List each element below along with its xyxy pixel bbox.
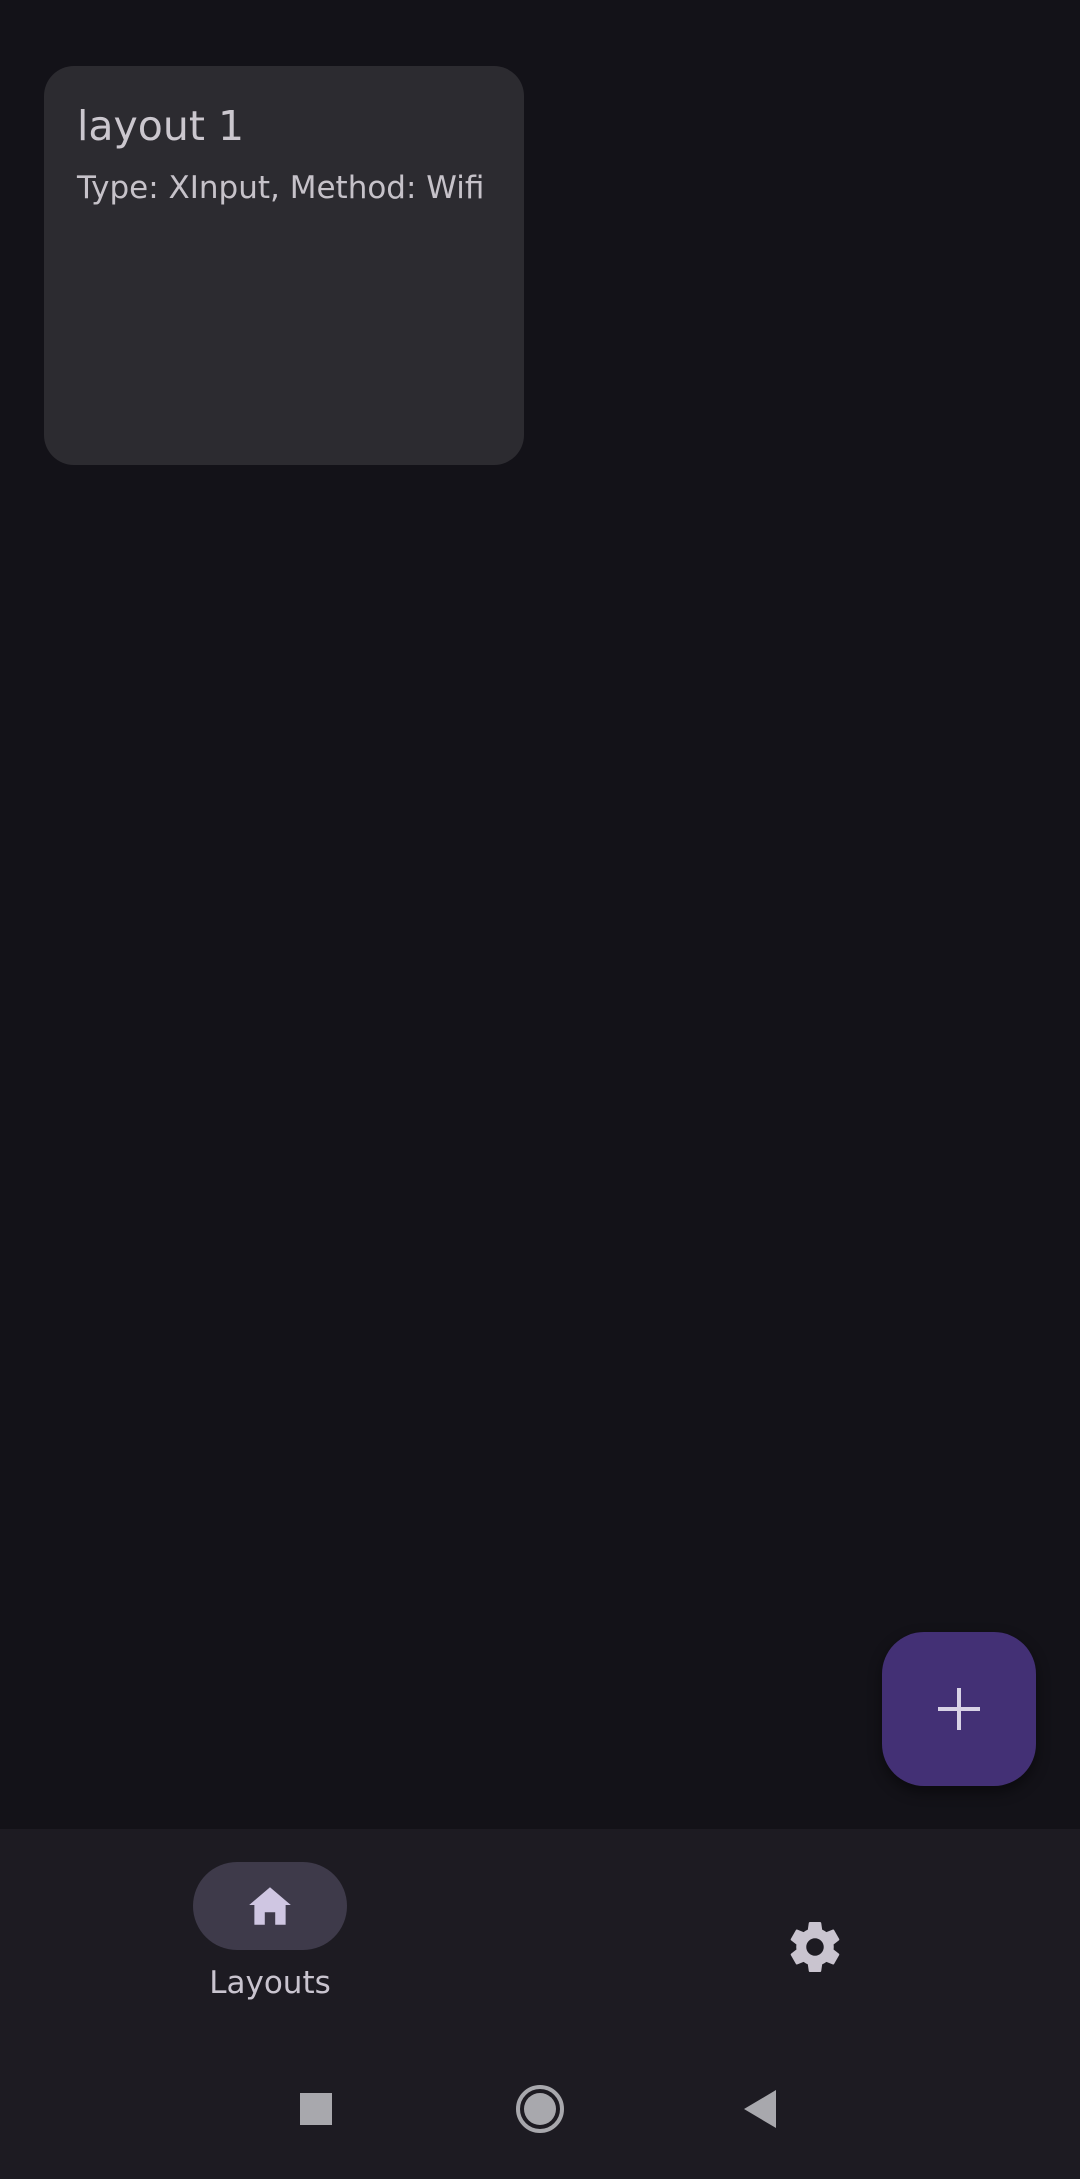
- layout-card-title: layout 1: [77, 102, 245, 150]
- add-layout-button[interactable]: [882, 1632, 1036, 1786]
- square-icon: [300, 2093, 332, 2125]
- layout-card-subtitle: Type: XInput, Method: Wifi: [77, 170, 485, 206]
- nav-item-layouts[interactable]: Layouts: [0, 1829, 540, 2057]
- nav-item-label: Layouts: [209, 1965, 331, 2001]
- home-icon: [249, 1887, 291, 1925]
- settings-icon-wrapper: [783, 1915, 847, 1979]
- layout-card[interactable]: layout 1 Type: XInput, Method: Wifi: [44, 66, 524, 465]
- system-navigation-bar: [0, 2057, 1080, 2179]
- circle-icon: [516, 2085, 564, 2133]
- home-button[interactable]: [504, 2069, 576, 2149]
- plus-icon: [938, 1688, 980, 1730]
- back-button[interactable]: [724, 2073, 796, 2145]
- app-root: layout 1 Type: XInput, Method: Wifi Layo…: [0, 0, 1080, 2179]
- gear-icon: [790, 1922, 840, 1972]
- bottom-navigation-bar: Layouts: [0, 1829, 1080, 2057]
- layouts-list: layout 1 Type: XInput, Method: Wifi: [0, 0, 1080, 1829]
- triangle-back-icon: [744, 2090, 776, 2128]
- recent-apps-button[interactable]: [280, 2073, 352, 2145]
- nav-item-settings[interactable]: [540, 1829, 1080, 2057]
- nav-item-indicator: [193, 1862, 347, 1950]
